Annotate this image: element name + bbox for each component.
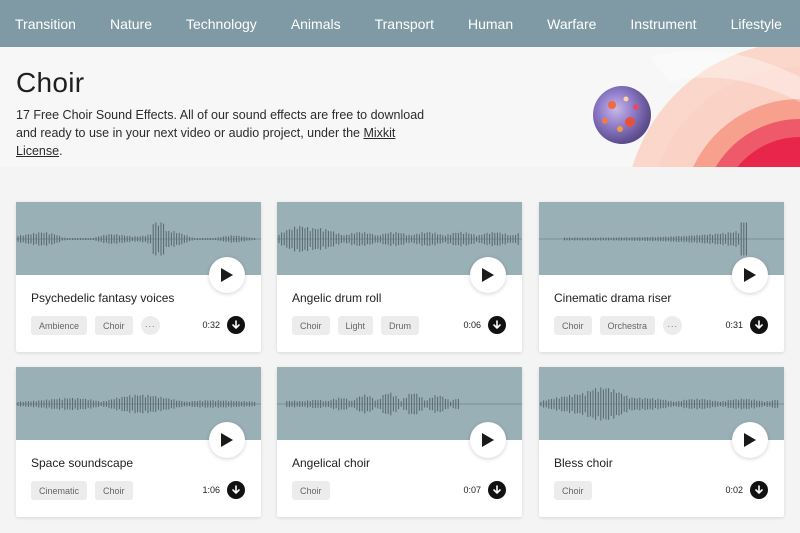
duration-label: 0:32 <box>202 320 220 330</box>
download-button[interactable] <box>227 316 245 334</box>
tag-chip[interactable]: Choir <box>554 481 592 500</box>
duration-label: 0:06 <box>463 320 481 330</box>
more-options-icon[interactable]: ··· <box>140 316 160 335</box>
play-icon <box>482 433 494 447</box>
nav-item-nature[interactable]: Nature <box>110 16 152 32</box>
nav-item-lifestyle[interactable]: Lifestyle <box>731 16 782 32</box>
play-icon <box>221 433 233 447</box>
download-icon <box>493 320 501 329</box>
tag-chip[interactable]: Choir <box>554 316 592 335</box>
sound-title[interactable]: Angelical choir <box>292 456 370 470</box>
tag-chip[interactable]: Orchestra <box>599 316 656 335</box>
sound-card[interactable]: Space soundscape Cinematic Choir 1:06 <box>16 367 261 517</box>
sound-title[interactable]: Angelic drum roll <box>292 291 381 305</box>
tag-list: Cinematic Choir <box>31 481 133 500</box>
duration-label: 0:07 <box>463 485 481 495</box>
play-icon <box>482 268 494 282</box>
play-button[interactable] <box>209 422 245 458</box>
tag-chip[interactable]: Ambience <box>31 316 88 335</box>
hero-artwork <box>593 47 800 167</box>
tag-chip[interactable]: Choir <box>292 481 330 500</box>
download-icon <box>755 320 763 329</box>
nav-item-human[interactable]: Human <box>468 16 513 32</box>
sound-title[interactable]: Space soundscape <box>31 456 133 470</box>
download-button[interactable] <box>227 481 245 499</box>
sound-card[interactable]: Bless choir Choir 0:02 <box>539 367 784 517</box>
play-icon <box>744 433 756 447</box>
nav-item-warfare[interactable]: Warfare <box>547 16 596 32</box>
page-title: Choir <box>16 67 85 98</box>
sound-card[interactable]: Angelical choir Choir 0:07 <box>277 367 522 517</box>
play-button[interactable] <box>470 257 506 293</box>
play-button[interactable] <box>732 257 768 293</box>
play-icon <box>221 268 233 282</box>
sound-title[interactable]: Psychedelic fantasy voices <box>31 291 174 305</box>
tag-list: Choir Light Drum <box>292 316 420 335</box>
tag-list: Choir <box>292 481 330 500</box>
play-button[interactable] <box>732 422 768 458</box>
nav-item-transition[interactable]: Transition <box>15 16 76 32</box>
sound-title[interactable]: Bless choir <box>554 456 613 470</box>
download-icon <box>232 320 240 329</box>
tag-list: Ambience Choir ··· <box>31 316 160 335</box>
more-options-icon[interactable]: ··· <box>663 316 683 335</box>
category-nav: Transition Nature Technology Animals Tra… <box>0 0 800 47</box>
nav-item-transport[interactable]: Transport <box>375 16 434 32</box>
download-icon <box>232 485 240 494</box>
duration-label: 0:31 <box>725 320 743 330</box>
tag-chip[interactable]: Light <box>337 316 374 335</box>
download-button[interactable] <box>488 481 506 499</box>
nav-item-instrument[interactable]: Instrument <box>630 16 696 32</box>
download-button[interactable] <box>750 481 768 499</box>
duration-label: 1:06 <box>202 485 220 495</box>
sound-card[interactable]: Angelic drum roll Choir Light Drum 0:06 <box>277 202 522 352</box>
tag-list: Choir Orchestra ··· <box>554 316 683 335</box>
sound-title[interactable]: Cinematic drama riser <box>554 291 671 305</box>
category-hero: Choir 17 Free Choir Sound Effects. All o… <box>0 47 800 167</box>
tag-chip[interactable]: Drum <box>381 316 420 335</box>
download-button[interactable] <box>488 316 506 334</box>
duration-label: 0:02 <box>725 485 743 495</box>
nav-item-animals[interactable]: Animals <box>291 16 341 32</box>
play-button[interactable] <box>470 422 506 458</box>
download-icon <box>493 485 501 494</box>
tag-chip[interactable]: Choir <box>95 316 133 335</box>
page-description: 17 Free Choir Sound Effects. All of our … <box>16 106 436 160</box>
tag-chip[interactable]: Choir <box>292 316 330 335</box>
sound-card[interactable]: Cinematic drama riser Choir Orchestra ··· 0:… <box>539 202 784 352</box>
tag-chip[interactable]: Choir <box>95 481 133 500</box>
nav-item-technology[interactable]: Technology <box>186 16 257 32</box>
download-button[interactable] <box>750 316 768 334</box>
download-icon <box>755 485 763 494</box>
tag-list: Choir <box>554 481 592 500</box>
play-button[interactable] <box>209 257 245 293</box>
description-suffix: . <box>59 144 63 158</box>
tag-chip[interactable]: Cinematic <box>31 481 88 500</box>
play-icon <box>744 268 756 282</box>
sound-card[interactable]: Psychedelic fantasy voices Ambience Choir ·… <box>16 202 261 352</box>
